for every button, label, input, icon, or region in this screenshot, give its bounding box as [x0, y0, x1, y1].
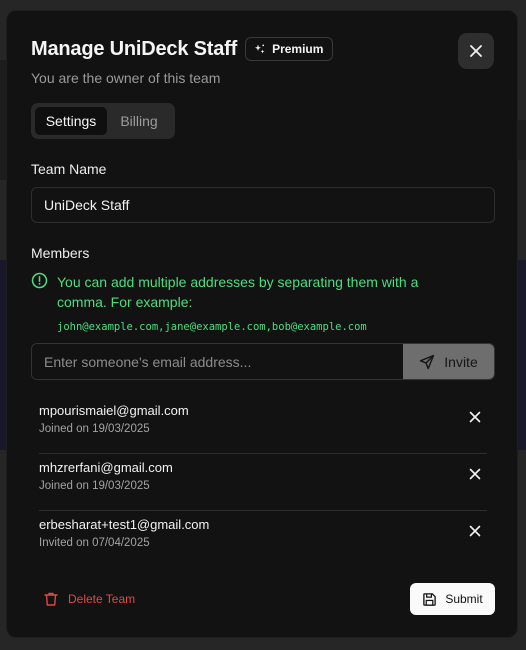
member-row: erbesharat+test1@gmail.com Invited on 07…	[39, 511, 487, 568]
tab-billing[interactable]: Billing	[107, 107, 171, 135]
member-row: mpourismaiel@gmail.com Joined on 19/03/2…	[39, 397, 487, 454]
send-icon	[420, 354, 435, 369]
member-row: mhzrerfani@gmail.com Joined on 19/03/202…	[39, 454, 487, 511]
invite-button-label: Invite	[444, 353, 478, 370]
member-status: Joined on 19/03/2025	[39, 480, 150, 492]
delete-team-label: Delete Team	[68, 592, 136, 606]
submit-button[interactable]: Submit	[410, 583, 495, 615]
members-hint: You can add multiple addresses by separa…	[31, 272, 471, 312]
dialog-title: Manage UniDeck Staff	[31, 37, 238, 60]
info-icon	[31, 272, 48, 289]
invite-button[interactable]: Invite	[403, 344, 494, 379]
members-list: mpourismaiel@gmail.com Joined on 19/03/2…	[39, 397, 487, 568]
invite-form: Invite	[31, 343, 495, 380]
team-name-input[interactable]: UniDeck Staff	[31, 187, 495, 223]
remove-icon[interactable]	[469, 525, 481, 537]
premium-badge-label: Premium	[272, 42, 324, 56]
members-hint-text: You can add multiple addresses by separa…	[57, 274, 419, 310]
trash-icon	[44, 592, 58, 606]
premium-badge: Premium	[245, 37, 334, 61]
tab-settings[interactable]: Settings	[35, 107, 107, 135]
email-input[interactable]	[32, 344, 403, 379]
members-example: john@example.com,jane@example.com,bob@ex…	[57, 321, 367, 333]
member-email: mhzrerfani@gmail.com	[39, 460, 173, 475]
backdrop-panel	[518, 260, 526, 450]
backdrop-panel	[518, 120, 526, 160]
remove-icon[interactable]	[469, 411, 481, 423]
remove-icon[interactable]	[469, 468, 481, 480]
close-button[interactable]	[458, 33, 494, 69]
submit-button-label: Submit	[445, 592, 483, 606]
manage-team-dialog: Manage UniDeck Staff Premium You are the…	[6, 10, 518, 638]
members-label: Members	[31, 245, 90, 261]
dialog-header: Manage UniDeck Staff Premium	[31, 37, 334, 61]
settings-tabs: Settings Billing	[31, 103, 175, 139]
member-email: erbesharat+test1@gmail.com	[39, 517, 210, 532]
member-email: mpourismaiel@gmail.com	[39, 403, 189, 418]
dialog-subtitle: You are the owner of this team	[31, 70, 221, 86]
close-icon	[470, 45, 482, 57]
team-name-label: Team Name	[31, 161, 107, 177]
member-status: Joined on 19/03/2025	[39, 423, 150, 435]
delete-team-button[interactable]: Delete Team	[43, 591, 135, 607]
save-icon	[423, 592, 437, 606]
sparkles-icon	[255, 44, 265, 54]
member-status: Invited on 07/04/2025	[39, 537, 150, 549]
